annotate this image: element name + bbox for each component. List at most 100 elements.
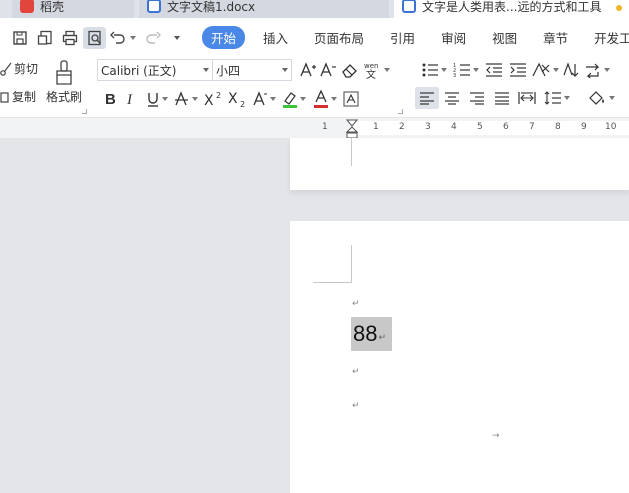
chevron-down-icon	[384, 68, 390, 72]
copy-button[interactable]: 复制	[0, 88, 36, 105]
ruler-number: 1	[322, 122, 328, 132]
chevron-down-icon	[564, 96, 570, 100]
print-button[interactable]	[58, 27, 81, 49]
svg-text:X: X	[204, 93, 214, 107]
tab-docer[interactable]: 稻壳	[12, 0, 134, 18]
chevron-down-icon	[331, 97, 337, 101]
character-border-icon	[343, 91, 359, 107]
printer-icon	[62, 30, 77, 46]
underline-icon	[148, 93, 158, 107]
justify-icon	[494, 92, 509, 105]
sort-button[interactable]	[560, 59, 582, 81]
shrink-font-button[interactable]	[318, 59, 338, 81]
character-border-button[interactable]	[341, 88, 361, 110]
font-name-select[interactable]: Calibri (正文)	[97, 59, 213, 81]
subscript-button[interactable]: X2	[225, 88, 249, 110]
chevron-down-icon	[270, 97, 276, 101]
format-painter-button[interactable]: 格式刷	[46, 60, 82, 105]
sort-icon	[563, 62, 579, 77]
grow-font-icon	[300, 62, 316, 77]
cut-button[interactable]: 剪切	[0, 60, 38, 77]
chinese-layout-button[interactable]	[530, 59, 560, 81]
bold-button[interactable]: B	[101, 88, 121, 110]
justify-button[interactable]	[489, 87, 514, 109]
highlighter-icon	[283, 92, 297, 108]
document-page-previous[interactable]	[290, 138, 629, 190]
font-color-button[interactable]	[309, 88, 341, 110]
ruler-number: 6	[503, 122, 509, 132]
chevron-down-icon	[441, 68, 447, 72]
distributed-align-icon	[518, 92, 536, 104]
svg-text:2: 2	[240, 100, 245, 107]
show-hide-marks-button[interactable]	[582, 59, 612, 81]
underline-button[interactable]	[143, 88, 171, 110]
ruler-number: 4	[451, 122, 457, 132]
align-right-button[interactable]	[464, 87, 489, 109]
distributed-align-button[interactable]	[514, 87, 540, 109]
chevron-down-icon	[609, 96, 615, 100]
paragraph-mark: ↵	[352, 401, 360, 411]
undo-dropdown-icon	[130, 36, 136, 40]
decrease-indent-button[interactable]	[482, 59, 506, 81]
strikethrough-button[interactable]	[171, 88, 201, 110]
font-size-select[interactable]: 小四	[212, 59, 292, 81]
tab-document-active[interactable]: 文字是人类用表...远的方式和工具	[394, 0, 629, 18]
tab-view[interactable]: 视图	[492, 28, 517, 47]
superscript-button[interactable]: X2	[201, 88, 225, 110]
paragraph-mark: ↵	[352, 299, 360, 309]
clear-format-button[interactable]	[338, 59, 362, 81]
format-painter-label: 格式刷	[46, 90, 83, 104]
paint-bucket-icon	[589, 91, 604, 105]
redo-button[interactable]	[140, 27, 166, 49]
ruler-number: 3	[425, 122, 431, 132]
customize-toolbar-button[interactable]	[168, 27, 184, 49]
phonetic-guide-button[interactable]: wen 文	[362, 59, 390, 81]
docer-icon	[20, 0, 34, 13]
svg-text:wen: wen	[364, 62, 378, 70]
cut-label: 剪切	[14, 62, 39, 76]
highlight-color-button[interactable]	[279, 88, 309, 110]
print-preview-button[interactable]	[83, 27, 106, 49]
ruler-number: 1	[373, 122, 379, 132]
document-text[interactable]: 88	[353, 321, 377, 347]
tab-insert[interactable]: 插入	[263, 28, 288, 47]
bold-icon: B	[105, 92, 116, 106]
horizontal-ruler[interactable]: 1 1 2 3 4 5 6 7 8 9 10	[0, 118, 629, 139]
shading-button[interactable]	[584, 87, 618, 109]
ruler-number: 2	[399, 122, 405, 132]
tab-section[interactable]: 章节	[543, 28, 568, 47]
undo-button[interactable]	[108, 27, 138, 49]
italic-button[interactable]: I	[121, 88, 143, 110]
increase-indent-icon	[510, 63, 526, 77]
indent-marker-icon[interactable]	[346, 119, 358, 139]
align-left-button[interactable]	[415, 87, 439, 109]
tab-references[interactable]: 引用	[390, 28, 415, 47]
numbered-list-icon: 123	[453, 63, 470, 78]
save-button[interactable]	[8, 27, 31, 49]
undo-icon	[110, 31, 125, 44]
tab-document-1[interactable]: 文字文稿1.docx	[139, 0, 389, 18]
increase-indent-button[interactable]	[506, 59, 530, 81]
tab-developer[interactable]: 开发工具	[594, 28, 629, 47]
clipboard-dialog-launcher[interactable]	[82, 109, 87, 114]
tab-home[interactable]: 开始	[202, 25, 246, 49]
chevron-down-icon	[473, 68, 479, 72]
tab-page-layout[interactable]: 页面布局	[314, 28, 364, 47]
grow-font-button[interactable]	[298, 59, 318, 81]
superscript-icon: X2	[204, 91, 221, 107]
save-icon	[12, 31, 27, 45]
line-spacing-button[interactable]	[540, 87, 574, 109]
selected-text[interactable]: 88 ↵	[351, 317, 393, 351]
tab-review[interactable]: 审阅	[441, 28, 466, 47]
tab-bar: 稻壳 文字文稿1.docx 文字是人类用表...远的方式和工具	[0, 0, 629, 18]
text-effect-icon	[253, 91, 267, 106]
bullet-list-button[interactable]	[418, 59, 450, 81]
tab-label: 稻壳	[40, 0, 65, 14]
align-center-button[interactable]	[439, 87, 464, 109]
bullet-list-icon	[422, 63, 438, 77]
chevron-down-icon	[300, 97, 306, 101]
numbered-list-button[interactable]: 123	[450, 59, 482, 81]
font-dialog-launcher[interactable]	[398, 109, 403, 114]
text-effect-button[interactable]	[249, 88, 279, 110]
export-pdf-button[interactable]	[33, 27, 56, 49]
